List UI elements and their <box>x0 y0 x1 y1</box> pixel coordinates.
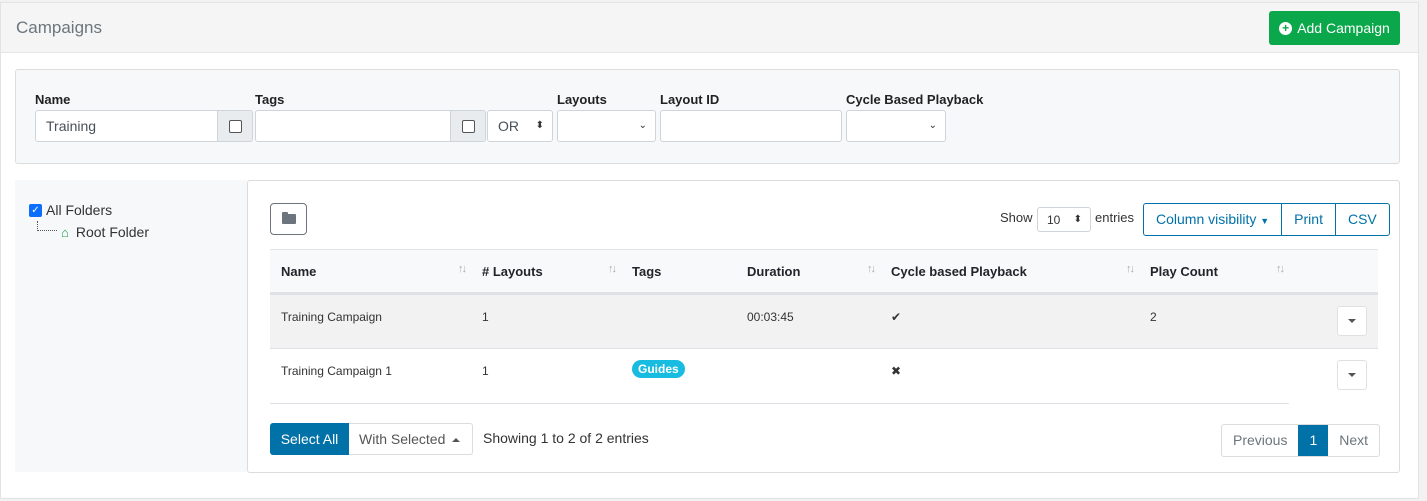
with-selected-label: With Selected <box>359 431 446 447</box>
add-campaign-label: Add Campaign <box>1297 20 1390 36</box>
cell-tags: Guides <box>621 348 736 404</box>
checkbox-icon <box>228 119 242 133</box>
layout-id-filter-input[interactable] <box>660 110 842 142</box>
tags-filter-label: Tags <box>255 92 285 107</box>
folder-icon <box>281 212 296 224</box>
campaigns-table: Name ↑↓ # Layouts ↑↓ Tags Duration ↑↓ Cycle… <box>270 249 1378 404</box>
checkbox-icon <box>461 119 475 133</box>
column-header-play-count[interactable]: Play Count ↑↓ <box>1139 249 1289 295</box>
checkbox-checked-icon[interactable]: ✓ <box>29 203 42 217</box>
column-visibility-label: Column visibility <box>1156 211 1257 227</box>
page-length-select[interactable]: 10 ⬍ <box>1037 207 1091 232</box>
cycle-filter-select[interactable]: ⌄ <box>846 110 946 142</box>
cell-name: Training Campaign <box>270 293 471 349</box>
tag-badge[interactable]: Guides <box>632 360 685 378</box>
table-header-row: Name ↑↓ # Layouts ↑↓ Tags Duration ↑↓ Cycle… <box>270 249 1378 295</box>
tags-filter-input[interactable] <box>255 110 451 142</box>
table-info: Showing 1 to 2 of 2 entries <box>483 430 649 446</box>
cell-actions <box>1289 293 1378 349</box>
csv-button[interactable]: CSV <box>1336 204 1389 235</box>
tags-operator-value: OR <box>498 118 519 134</box>
column-header-duration[interactable]: Duration ↑↓ <box>736 249 880 295</box>
root-folder-label: Root Folder <box>75 224 150 240</box>
cell-play-count: 2 <box>1139 293 1289 349</box>
column-header-tags: Tags <box>621 249 736 295</box>
export-button-group: Column visibility ▼ Print CSV <box>1143 203 1390 236</box>
page-button-1[interactable]: 1 <box>1298 425 1329 456</box>
column-header-layouts[interactable]: # Layouts ↑↓ <box>471 249 621 295</box>
column-label: Name <box>281 263 317 279</box>
tree-item-root-folder[interactable]: ⌂ Root Folder <box>37 221 150 240</box>
home-icon: ⌂ <box>61 224 69 240</box>
tags-operator-select[interactable]: OR ⬍ <box>487 110 553 142</box>
cross-icon: ✖ <box>880 348 1139 404</box>
column-header-name[interactable]: Name ↑↓ <box>270 249 471 295</box>
chevron-down-icon: ⌄ <box>638 120 647 131</box>
tree-connector <box>37 221 57 231</box>
sort-asc-icon: ↑↓ <box>458 263 467 275</box>
pagination: Previous 1 Next <box>1221 424 1381 457</box>
page-length-value: 10 <box>1047 213 1061 227</box>
tags-exact-match-toggle[interactable] <box>450 110 486 142</box>
page: Campaigns + Add Campaign Name Training T… <box>0 2 1419 499</box>
column-label: Tags <box>632 263 662 279</box>
caret-down-icon: ▼ <box>1260 216 1270 226</box>
row-actions-button[interactable] <box>1337 360 1367 390</box>
all-folders-label: All Folders <box>46 202 113 218</box>
cell-layouts: 1 <box>471 293 621 349</box>
cell-layouts: 1 <box>471 348 621 404</box>
entries-label: entries <box>1095 210 1135 225</box>
sort-icon: ↑↓ <box>867 263 876 275</box>
table-row[interactable]: Training Campaign 1 1 Guides ✖ <box>270 348 1378 404</box>
cycle-filter-label: Cycle Based Playback <box>846 92 984 107</box>
sort-caret-icon: ⬍ <box>535 120 544 131</box>
select-all-button[interactable]: Select All <box>270 423 349 455</box>
column-label: Cycle based Playback <box>891 263 1027 279</box>
cell-duration: 00:03:45 <box>736 293 880 349</box>
layouts-filter-select[interactable]: ⌄ <box>557 110 656 142</box>
tree-item-all-folders[interactable]: ✓ All Folders <box>29 202 112 218</box>
previous-page-button[interactable]: Previous <box>1222 425 1298 456</box>
layouts-filter-label: Layouts <box>557 92 607 107</box>
page-header: Campaigns + Add Campaign <box>1 3 1418 53</box>
folder-tree: ✓ All Folders ⌂ Root Folder <box>15 180 247 472</box>
cell-play-count <box>1139 348 1289 404</box>
chevron-down-icon: ⌄ <box>928 120 937 131</box>
with-selected-button[interactable]: With Selected <box>349 423 473 455</box>
sort-icon: ↑↓ <box>608 263 617 275</box>
name-filter-input[interactable]: Training <box>35 110 218 142</box>
column-header-actions <box>1289 249 1378 295</box>
layout-id-filter-label: Layout ID <box>660 92 720 107</box>
row-actions-button[interactable] <box>1337 306 1367 336</box>
page-title: Campaigns <box>16 18 102 37</box>
cell-name: Training Campaign 1 <box>270 348 471 404</box>
sort-icon: ↑↓ <box>1276 263 1285 275</box>
column-label: Play Count <box>1150 263 1218 279</box>
column-header-cycle[interactable]: Cycle based Playback ↑↓ <box>880 249 1139 295</box>
column-label: Duration <box>747 263 801 279</box>
filter-panel: Name Training Tags OR ⬍ Layouts ⌄ Layout… <box>15 69 1400 164</box>
sort-icon: ↑↓ <box>1126 263 1135 275</box>
table-row[interactable]: Training Campaign 1 00:03:45 ✔ 2 <box>270 293 1378 349</box>
caret-down-icon <box>1348 373 1356 377</box>
plus-circle-icon: + <box>1279 21 1293 35</box>
folder-toggle-button[interactable] <box>270 203 307 235</box>
campaigns-table-card: Show 10 ⬍ entries Column visibility ▼ Pr… <box>247 180 1400 473</box>
column-visibility-button[interactable]: Column visibility ▼ <box>1144 204 1283 235</box>
sort-caret-icon: ⬍ <box>1073 214 1082 225</box>
caret-down-icon <box>1348 319 1356 323</box>
name-exact-match-toggle[interactable] <box>217 110 253 142</box>
column-label: # Layouts <box>482 263 543 279</box>
check-icon: ✔ <box>880 293 1139 349</box>
cell-tags <box>621 293 736 349</box>
add-campaign-button[interactable]: + Add Campaign <box>1269 11 1400 45</box>
name-filter-label: Name <box>35 92 71 107</box>
cell-actions <box>1289 349 1378 404</box>
cell-duration <box>736 348 880 404</box>
next-page-button[interactable]: Next <box>1328 425 1379 456</box>
caret-up-icon <box>452 438 461 443</box>
show-label: Show <box>1000 210 1033 225</box>
print-button[interactable]: Print <box>1282 204 1336 235</box>
